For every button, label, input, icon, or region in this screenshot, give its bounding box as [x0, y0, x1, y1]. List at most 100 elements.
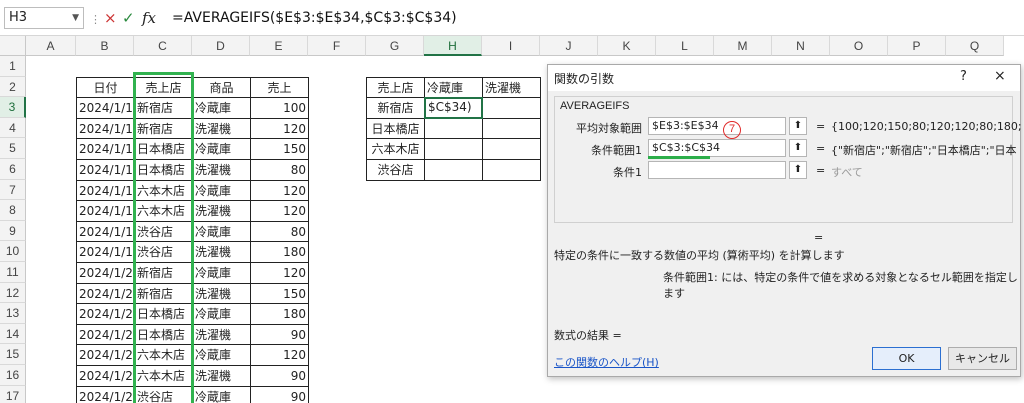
- column-header-j[interactable]: J: [540, 36, 598, 56]
- column-header-m[interactable]: M: [714, 36, 772, 56]
- table-cell[interactable]: 80: [250, 220, 309, 243]
- table-cell[interactable]: 冷蔵庫: [192, 385, 251, 403]
- row-header-9[interactable]: 9: [0, 220, 26, 242]
- table-cell[interactable]: 2024/1/1: [76, 97, 135, 119]
- column-header-o[interactable]: O: [830, 36, 888, 56]
- table-cell[interactable]: 渋谷店: [134, 385, 193, 403]
- table-cell[interactable]: [482, 159, 541, 181]
- criteria1-input[interactable]: [648, 161, 786, 179]
- row-header-10[interactable]: 10: [0, 241, 26, 262]
- table-cell[interactable]: 2024/1/1: [76, 159, 135, 181]
- table-cell[interactable]: 日本橋店: [134, 303, 193, 325]
- insert-function-icon[interactable]: fx: [142, 8, 156, 28]
- column-header-i[interactable]: I: [482, 36, 540, 56]
- store-cell[interactable]: 渋谷店: [366, 159, 425, 181]
- row-header-1[interactable]: 1: [0, 56, 26, 77]
- table-cell[interactable]: 六本木店: [134, 179, 193, 202]
- table-cell[interactable]: 90: [250, 323, 309, 346]
- column-header-d[interactable]: D: [192, 36, 250, 56]
- ok-button[interactable]: OK: [872, 347, 941, 370]
- table-cell[interactable]: 2024/1/2: [76, 365, 135, 387]
- enter-icon[interactable]: ✓: [122, 8, 135, 28]
- table-cell[interactable]: [482, 138, 541, 160]
- table-cell[interactable]: 100: [250, 97, 309, 119]
- column-header-l[interactable]: L: [656, 36, 714, 56]
- column-header-n[interactable]: N: [772, 36, 830, 56]
- table-cell[interactable]: 洗濯機: [192, 365, 251, 387]
- column-header-h[interactable]: H: [424, 36, 482, 56]
- table-cell[interactable]: 冷蔵庫: [192, 220, 251, 243]
- table-cell[interactable]: 80: [250, 159, 309, 181]
- table-cell[interactable]: 日本橋店: [134, 323, 193, 346]
- row-header-12[interactable]: 12: [0, 282, 26, 304]
- table-cell[interactable]: 冷蔵庫: [192, 179, 251, 202]
- collapse-dialog-icon[interactable]: ⬆: [789, 139, 807, 157]
- row-header-15[interactable]: 15: [0, 344, 26, 365]
- store-cell[interactable]: 日本橋店: [366, 117, 425, 140]
- table-cell[interactable]: [424, 159, 483, 181]
- table-cell[interactable]: 2024/1/2: [76, 262, 135, 284]
- table-cell[interactable]: 日本橋店: [134, 159, 193, 181]
- criteria-range1-input[interactable]: $C$3:$C$34: [648, 139, 786, 157]
- table-cell[interactable]: 2024/1/1: [76, 179, 135, 202]
- row-header-17[interactable]: 17: [0, 385, 26, 403]
- table-cell[interactable]: 新宿店: [134, 117, 193, 140]
- table-cell[interactable]: 180: [250, 303, 309, 325]
- table-cell[interactable]: 洗濯機: [192, 241, 251, 263]
- table-cell[interactable]: 洗濯機: [192, 117, 251, 140]
- table-cell[interactable]: 120: [250, 117, 309, 140]
- column-header-k[interactable]: K: [598, 36, 656, 56]
- row-header-13[interactable]: 13: [0, 303, 26, 324]
- table-cell[interactable]: 2024/1/1: [76, 200, 135, 222]
- row-header-3[interactable]: 3: [0, 97, 26, 118]
- column-header-p[interactable]: P: [888, 36, 946, 56]
- table-cell[interactable]: 洗濯機: [192, 159, 251, 181]
- table-cell[interactable]: 2024/1/1: [76, 117, 135, 140]
- table-cell[interactable]: 2024/1/2: [76, 282, 135, 305]
- table-cell[interactable]: 渋谷店: [134, 241, 193, 263]
- column-header-q[interactable]: Q: [946, 36, 1004, 56]
- table-cell[interactable]: [424, 117, 483, 140]
- average-range-input[interactable]: $E$3:$E$34: [648, 117, 786, 135]
- active-cell-h3[interactable]: $C$34): [424, 97, 483, 119]
- help-icon[interactable]: ?: [960, 69, 967, 84]
- row-header-4[interactable]: 4: [0, 117, 26, 139]
- row-header-6[interactable]: 6: [0, 159, 26, 180]
- table-cell[interactable]: 冷蔵庫: [192, 344, 251, 366]
- table-cell[interactable]: 六本木店: [134, 365, 193, 387]
- table-cell[interactable]: 120: [250, 262, 309, 284]
- table-cell[interactable]: 渋谷店: [134, 220, 193, 243]
- table-cell[interactable]: 2024/1/2: [76, 323, 135, 346]
- table-cell[interactable]: 冷蔵庫: [192, 138, 251, 160]
- column-header-a[interactable]: A: [26, 36, 76, 56]
- close-icon[interactable]: ×: [994, 68, 1006, 84]
- select-all-corner[interactable]: [0, 36, 26, 56]
- row-header-16[interactable]: 16: [0, 365, 26, 386]
- column-header-f[interactable]: F: [308, 36, 366, 56]
- name-box[interactable]: H3 ▼: [4, 7, 84, 29]
- row-header-14[interactable]: 14: [0, 323, 26, 345]
- table-cell[interactable]: 六本木店: [134, 344, 193, 366]
- table-cell[interactable]: 洗濯機: [192, 282, 251, 305]
- table-cell[interactable]: 2024/1/2: [76, 344, 135, 366]
- table-cell[interactable]: 洗濯機: [192, 323, 251, 346]
- table-cell[interactable]: 180: [250, 241, 309, 263]
- table-cell[interactable]: 洗濯機: [192, 200, 251, 222]
- store-cell[interactable]: 新宿店: [366, 97, 425, 119]
- table-cell[interactable]: 120: [250, 344, 309, 366]
- table-cell[interactable]: 冷蔵庫: [192, 97, 251, 119]
- table-cell[interactable]: 2024/1/1: [76, 241, 135, 263]
- chevron-down-icon[interactable]: ▼: [72, 8, 79, 28]
- cancel-button[interactable]: キャンセル: [948, 347, 1017, 370]
- column-header-g[interactable]: G: [366, 36, 424, 56]
- store-cell[interactable]: 六本木店: [366, 138, 425, 160]
- table-cell[interactable]: 日本橋店: [134, 138, 193, 160]
- table-cell[interactable]: 2024/1/1: [76, 138, 135, 160]
- row-header-8[interactable]: 8: [0, 200, 26, 221]
- row-header-5[interactable]: 5: [0, 138, 26, 159]
- table-cell[interactable]: 2024/1/1: [76, 220, 135, 243]
- table-cell[interactable]: [482, 97, 541, 119]
- table-cell[interactable]: 新宿店: [134, 282, 193, 305]
- table-cell[interactable]: 150: [250, 282, 309, 305]
- table-cell[interactable]: 90: [250, 385, 309, 403]
